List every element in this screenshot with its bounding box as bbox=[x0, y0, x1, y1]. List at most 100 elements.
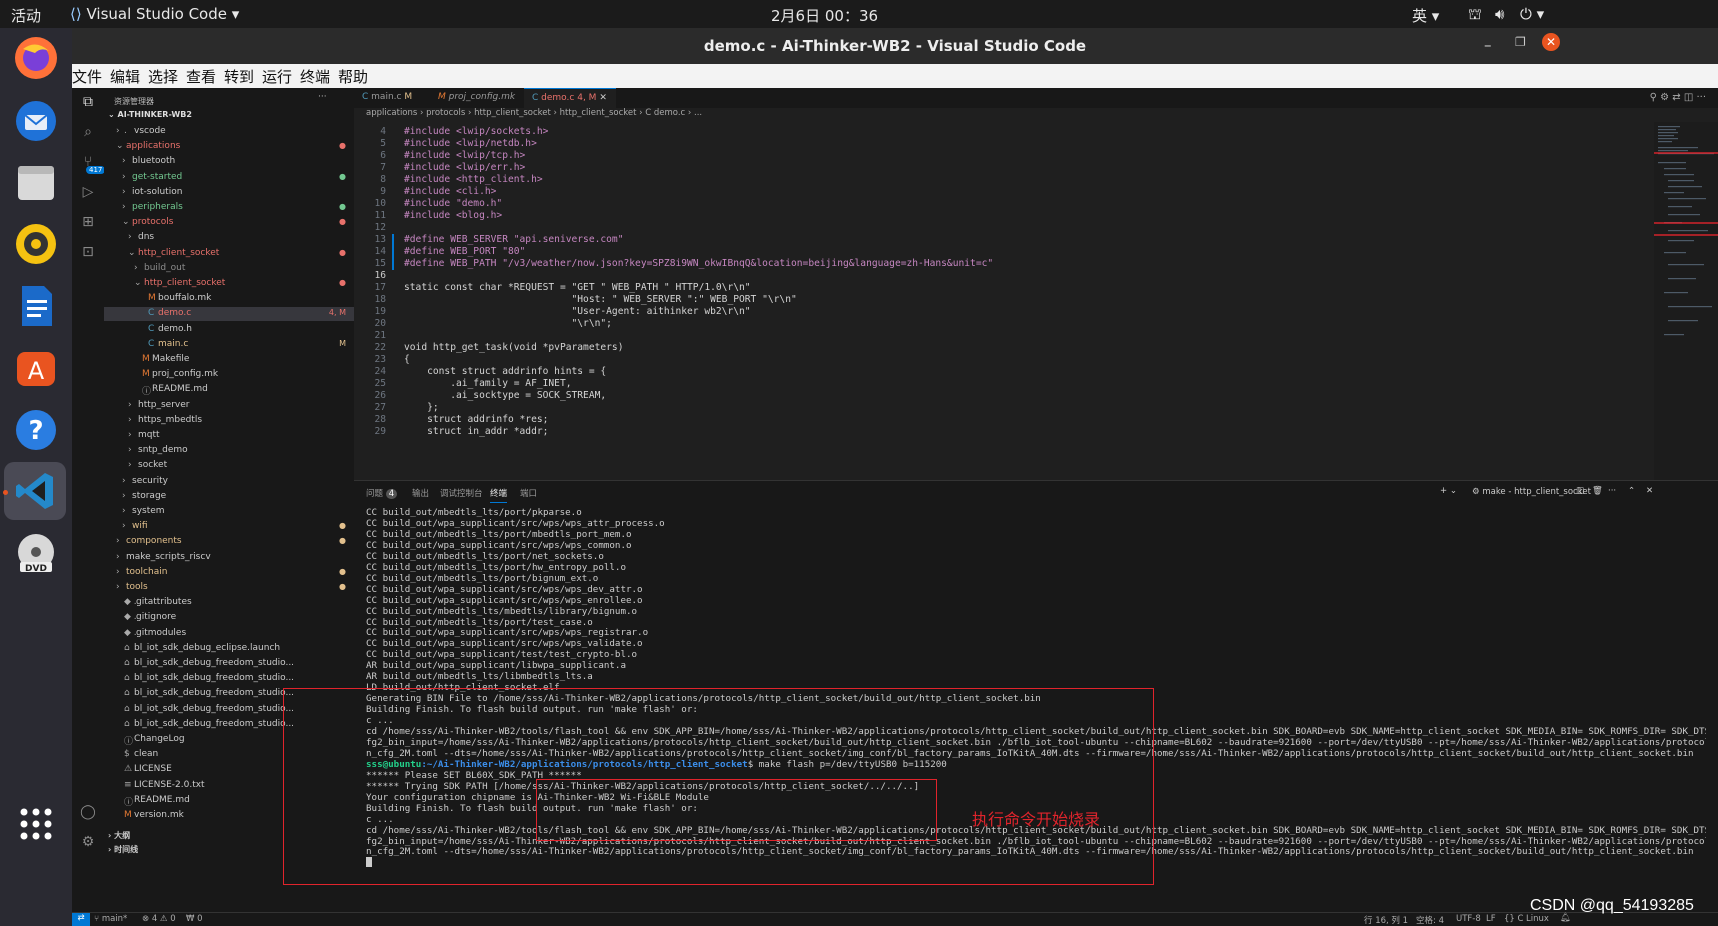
menu-selection[interactable]: 选择 bbox=[148, 66, 178, 87]
search-icon[interactable]: ⌕ bbox=[78, 124, 98, 144]
tree-item[interactable]: Mproj_config.mk bbox=[104, 368, 354, 382]
split-terminal-icon[interactable]: ◫ bbox=[1576, 486, 1584, 496]
writer-icon[interactable] bbox=[10, 280, 62, 332]
tree-item[interactable]: › https_mbedtls bbox=[104, 414, 354, 428]
tree-item[interactable]: ⌄ applications ● bbox=[104, 140, 354, 154]
breadcrumb-item[interactable]: applications bbox=[366, 108, 417, 118]
tree-item[interactable]: ◆ . gitmodules bbox=[104, 627, 354, 641]
tree-item[interactable]: ⌂ bl_iot_sdk_debug_freedom_studio... bbox=[104, 657, 354, 671]
workspace-root[interactable]: ⌄ AI-THINKER-WB2 bbox=[108, 110, 192, 119]
tree-item[interactable]: › system bbox=[104, 505, 354, 519]
outline-section[interactable]: › 大纲 bbox=[108, 830, 130, 841]
tree-item[interactable]: Cmain.c M bbox=[104, 338, 354, 352]
menu-run[interactable]: 运行 bbox=[262, 66, 292, 87]
breadcrumb-item[interactable]: http_client_socket bbox=[474, 108, 551, 118]
explorer-icon[interactable]: ⧉ bbox=[78, 94, 98, 114]
menu-terminal[interactable]: 终端 bbox=[300, 66, 330, 87]
close-icon[interactable]: ✕ bbox=[1542, 33, 1560, 51]
minimap[interactable] bbox=[1654, 122, 1718, 480]
menu-edit[interactable]: 编辑 bbox=[110, 66, 140, 87]
close-tab-icon[interactable]: ✕ bbox=[599, 93, 607, 103]
account-icon[interactable]: ◯ bbox=[78, 804, 98, 824]
eol[interactable]: LF bbox=[1486, 914, 1496, 924]
tree-item[interactable]: Cdemo.h bbox=[104, 323, 354, 337]
app-center-icon[interactable]: A bbox=[10, 342, 62, 394]
indentation[interactable]: 空格: 4 bbox=[1416, 914, 1444, 926]
tree-item[interactable]: › dns bbox=[104, 231, 354, 245]
encoding[interactable]: UTF-8 bbox=[1456, 914, 1481, 924]
tree-item[interactable]: › components ● bbox=[104, 535, 354, 549]
tab-main-c[interactable]: C main.c M bbox=[354, 88, 426, 108]
tree-item[interactable]: › make_scripts_riscv bbox=[104, 551, 354, 565]
help-icon[interactable]: ? bbox=[10, 404, 62, 456]
trash-icon[interactable]: 🗑︎ bbox=[1592, 486, 1603, 496]
tab-output[interactable]: 输出 bbox=[412, 487, 429, 499]
tree-item[interactable]: ⌄ http_client_socket ● bbox=[104, 247, 354, 261]
platform[interactable]: Linux bbox=[1526, 914, 1549, 924]
files-icon[interactable] bbox=[10, 156, 62, 208]
maximize-icon[interactable]: ❐ bbox=[1515, 35, 1526, 49]
tree-item[interactable]: M Makefile bbox=[104, 353, 354, 367]
tree-item[interactable]: › http_server bbox=[104, 399, 354, 413]
menu-view[interactable]: 查看 bbox=[186, 66, 216, 87]
tree-item[interactable]: Cdemo.c 4, M bbox=[104, 307, 354, 322]
tree-item[interactable]: ⌄ http_client_socket ● bbox=[104, 277, 354, 291]
volume-icon[interactable]: 🔊︎ bbox=[1495, 5, 1504, 23]
tree-item[interactable]: › build_out bbox=[104, 262, 354, 276]
power-icon[interactable]: ⏻ ▾ bbox=[1520, 5, 1544, 23]
menu-go[interactable]: 转到 bbox=[224, 66, 254, 87]
tree-item[interactable]: ⌂ bl_iot_sdk_debug_eclipse.launch bbox=[104, 642, 354, 656]
tree-item[interactable]: › tools ● bbox=[104, 581, 354, 595]
tree-item[interactable]: › sntp_demo bbox=[104, 444, 354, 458]
breadcrumb-item[interactable]: protocols bbox=[426, 108, 465, 118]
tree-item[interactable]: Mbouffalo.mk bbox=[104, 292, 354, 306]
firefox-icon[interactable] bbox=[10, 32, 62, 84]
dvd-icon[interactable]: DVD bbox=[10, 528, 62, 580]
terminal-instance[interactable]: ⚙ make - http_client_socket bbox=[1472, 487, 1591, 497]
branch-indicator[interactable]: ⑂ main* bbox=[94, 914, 127, 924]
menu-file[interactable]: 文件 bbox=[72, 66, 102, 87]
tree-item[interactable]: ◆ . gitignore bbox=[104, 611, 354, 625]
cursor-position[interactable]: 行 16, 列 1 bbox=[1364, 914, 1408, 926]
tree-item[interactable]: › toolchain ● bbox=[104, 566, 354, 580]
breadcrumb-item[interactable]: C demo.c bbox=[645, 108, 685, 118]
tree-item[interactable]: ›. vscode bbox=[104, 125, 354, 139]
ports-indicator[interactable]: ₩ 0 bbox=[186, 914, 203, 924]
tree-item[interactable]: ◆ . gitattributes bbox=[104, 596, 354, 610]
more-actions-icon[interactable]: ··· bbox=[318, 92, 327, 102]
tree-item[interactable]: ⌄ protocols ● bbox=[104, 216, 354, 230]
tab-problems[interactable]: 问题 4 bbox=[366, 487, 398, 499]
tab-debug-console[interactable]: 调试控制台 bbox=[440, 487, 483, 499]
tab-terminal[interactable]: 终端 bbox=[490, 487, 508, 503]
vscode-dock-icon[interactable] bbox=[4, 462, 66, 520]
maximize-panel-icon[interactable]: ⌃ bbox=[1628, 486, 1635, 496]
new-terminal-icon[interactable]: + ⌄ bbox=[1440, 486, 1457, 496]
extensions-icon[interactable]: ⊞ bbox=[78, 214, 98, 234]
minimize-icon[interactable]: – bbox=[1484, 36, 1492, 54]
problems-indicator[interactable]: ⊗ 4 ⚠ 0 bbox=[142, 914, 176, 924]
tree-item[interactable]: ⌂ bl_iot_sdk_debug_freedom_studio... bbox=[104, 672, 354, 686]
show-apps-icon[interactable] bbox=[10, 798, 62, 850]
ime-indicator[interactable]: 英 ▾ bbox=[1412, 5, 1439, 26]
run-debug-icon[interactable]: ▷ bbox=[78, 184, 98, 204]
close-panel-icon[interactable]: ✕ bbox=[1646, 486, 1653, 496]
tree-item[interactable]: › get-started ● bbox=[104, 171, 354, 185]
breadcrumb-item[interactable]: ... bbox=[694, 108, 702, 118]
tree-item[interactable]: ⓘ README.md bbox=[104, 383, 354, 397]
tree-item[interactable]: › iot-solution bbox=[104, 186, 354, 200]
activities-button[interactable]: 活动 bbox=[11, 5, 41, 26]
timeline-section[interactable]: › 时间线 bbox=[108, 844, 138, 855]
editor-actions[interactable]: ⚲ ⚙ ⇄ ◫ ··· bbox=[1650, 92, 1706, 103]
network-icon[interactable]: ⛫ bbox=[1468, 5, 1482, 25]
menu-help[interactable]: 帮助 bbox=[338, 66, 368, 87]
remote-explorer-icon[interactable]: ⊡ bbox=[78, 244, 98, 264]
settings-gear-icon[interactable]: ⚙ bbox=[78, 834, 98, 854]
more-actions-icon[interactable]: ··· bbox=[1608, 486, 1616, 496]
remote-indicator-icon[interactable]: ⇄ bbox=[72, 913, 90, 926]
breadcrumb-item[interactable]: http_client_socket bbox=[560, 108, 637, 118]
tree-item[interactable]: › wifi ● bbox=[104, 520, 354, 534]
tree-item[interactable]: › storage bbox=[104, 490, 354, 504]
tree-item[interactable]: › security bbox=[104, 475, 354, 489]
thunderbird-icon[interactable] bbox=[10, 94, 62, 146]
tree-item[interactable]: › peripherals ● bbox=[104, 201, 354, 215]
